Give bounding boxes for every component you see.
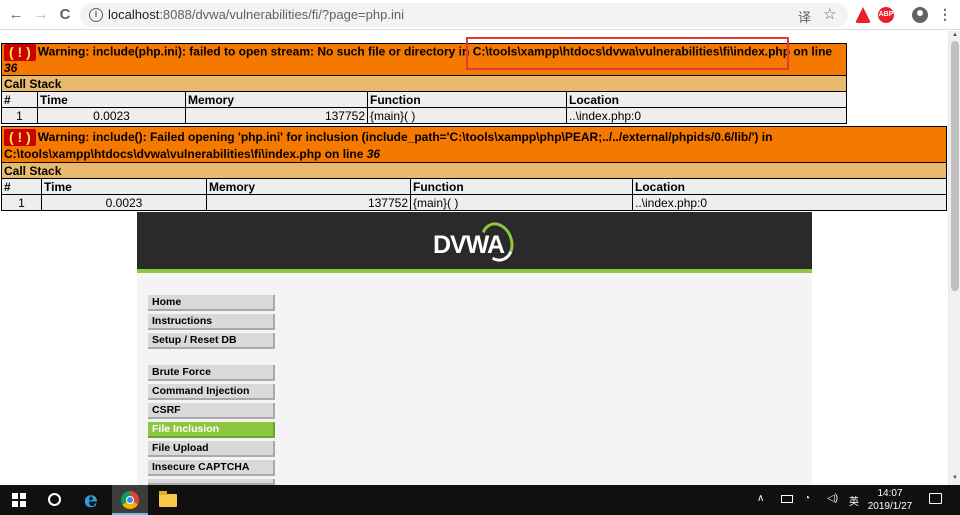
warning-line-number: 36 bbox=[4, 61, 18, 75]
warning-bang-icon: ( ! ) bbox=[4, 44, 36, 61]
clock-time: 14:07 bbox=[877, 488, 903, 499]
cell-memory: 137752 bbox=[206, 194, 411, 212]
folder-icon bbox=[159, 491, 177, 507]
chrome-icon bbox=[121, 491, 139, 509]
taskbar-chrome[interactable] bbox=[112, 485, 148, 515]
cell-memory: 137752 bbox=[185, 107, 368, 124]
warning-text: Warning: include(php.ini): failed to ope… bbox=[37, 44, 473, 59]
cell-function: {main}( ) bbox=[367, 107, 567, 124]
scroll-up-arrow-icon[interactable]: ▲ bbox=[952, 32, 958, 38]
cell-function: {main}( ) bbox=[410, 194, 633, 212]
menu-item-file-inclusion[interactable]: File Inclusion bbox=[148, 422, 275, 438]
cortana-search-icon[interactable] bbox=[48, 493, 61, 506]
php-warning-table-2: ( ! ) Warning: include(): Failed opening … bbox=[1, 125, 947, 212]
col-header-memory: Memory bbox=[206, 178, 411, 196]
adobe-extension-icon[interactable] bbox=[855, 7, 871, 23]
menu-item-insecure-captcha[interactable]: Insecure CAPTCHA bbox=[148, 460, 275, 476]
ime-indicator[interactable]: 英 bbox=[849, 493, 859, 508]
scrollbar-thumb[interactable] bbox=[951, 41, 959, 291]
table-row: 1 0.0023 137752 {main}( ) ..\index.php:0 bbox=[1, 194, 947, 212]
tray-chevron-icon[interactable]: ∧ bbox=[757, 493, 764, 504]
windows-taskbar: e ∧ ◔ ◁) 英 14:07 2019/1/27 bbox=[0, 485, 960, 515]
site-info-icon[interactable]: i bbox=[89, 8, 103, 22]
menu-item-instructions[interactable]: Instructions bbox=[148, 314, 275, 330]
notification-center-icon[interactable] bbox=[929, 493, 942, 504]
windows-start-icon[interactable] bbox=[12, 493, 26, 507]
col-header-location: Location bbox=[566, 91, 847, 108]
col-header-index: # bbox=[1, 178, 42, 196]
bookmark-star-icon[interactable]: ☆ bbox=[823, 5, 836, 23]
adblock-plus-icon[interactable]: ABP bbox=[878, 7, 894, 23]
taskbar-file-explorer[interactable] bbox=[150, 485, 186, 515]
php-warning-table-1: ( ! ) Warning: include(php.ini): failed t… bbox=[1, 43, 847, 124]
menu-item-setup-reset-db[interactable]: Setup / Reset DB bbox=[148, 333, 275, 349]
profile-avatar-icon[interactable] bbox=[912, 7, 928, 23]
dvwa-sidebar-menu: Home Instructions Setup / Reset DB Brute… bbox=[148, 295, 276, 485]
volume-icon[interactable]: ◁) bbox=[827, 493, 838, 504]
call-stack-label: Call Stack bbox=[1, 75, 847, 92]
cell-index: 1 bbox=[1, 107, 38, 124]
dvwa-logo[interactable]: DVWA bbox=[433, 217, 519, 267]
warning-line-number: 36 bbox=[366, 147, 381, 162]
browser-menu-icon[interactable]: ⋮ bbox=[938, 6, 952, 23]
table-row: 1 0.0023 137752 {main}( ) ..\index.php:0 bbox=[1, 107, 847, 124]
dvwa-header: DVWA bbox=[137, 212, 812, 273]
dvwa-container: DVWA Home Instructions Setup / Reset DB … bbox=[137, 212, 812, 485]
taskbar-clock[interactable]: 14:07 2019/1/27 bbox=[864, 487, 916, 513]
cell-location: ..\index.php:0 bbox=[566, 107, 847, 124]
col-header-time: Time bbox=[37, 91, 186, 108]
warning-text: Warning: include(): Failed opening 'php.… bbox=[37, 130, 773, 144]
warning-file-path: C:\tools\xampp\htdocs\dvwa\vulnerabiliti… bbox=[472, 44, 791, 59]
url-host: localhost bbox=[108, 7, 160, 22]
reload-button[interactable]: C bbox=[55, 5, 75, 25]
cell-time: 0.0023 bbox=[37, 107, 186, 124]
url-text[interactable]: localhost:8088/dvwa/vulnerabilities/fi/?… bbox=[108, 7, 404, 22]
forward-button[interactable]: → bbox=[31, 5, 51, 25]
dvwa-logo-text: DVWA bbox=[433, 231, 505, 259]
menu-item-home[interactable]: Home bbox=[148, 295, 275, 311]
page-viewport: ( ! ) Warning: include(php.ini): failed t… bbox=[0, 31, 948, 485]
col-header-function: Function bbox=[410, 178, 633, 196]
menu-item-command-injection[interactable]: Command Injection bbox=[148, 384, 275, 400]
taskbar-ie[interactable]: e bbox=[76, 485, 112, 515]
address-bar[interactable]: i localhost:8088/dvwa/vulnerabilities/fi… bbox=[80, 3, 848, 27]
call-stack-label: Call Stack bbox=[1, 162, 947, 180]
cell-index: 1 bbox=[1, 194, 42, 212]
col-header-memory: Memory bbox=[185, 91, 368, 108]
col-header-location: Location bbox=[632, 178, 947, 196]
cell-location: ..\index.php:0 bbox=[632, 194, 947, 212]
page-scrollbar[interactable]: ▲ ▼ bbox=[948, 31, 960, 485]
back-button[interactable]: ← bbox=[6, 5, 26, 25]
browser-toolbar: ← → C i localhost:8088/dvwa/vulnerabilit… bbox=[0, 0, 960, 30]
warning-message-1: ( ! ) Warning: include(php.ini): failed t… bbox=[1, 43, 847, 76]
clock-date: 2019/1/27 bbox=[867, 501, 913, 512]
warning-message-2: ( ! ) Warning: include(): Failed opening … bbox=[1, 125, 947, 164]
internet-explorer-icon: e bbox=[84, 487, 98, 513]
url-path: :8088/dvwa/vulnerabilities/fi/?page=php.… bbox=[159, 7, 404, 22]
cell-time: 0.0023 bbox=[41, 194, 207, 212]
col-header-index: # bbox=[1, 91, 38, 108]
menu-item-brute-force[interactable]: Brute Force bbox=[148, 365, 275, 381]
wifi-icon[interactable]: ◔ bbox=[804, 493, 810, 504]
col-header-time: Time bbox=[41, 178, 207, 196]
col-header-function: Function bbox=[367, 91, 567, 108]
scroll-down-arrow-icon[interactable]: ▼ bbox=[952, 475, 958, 481]
warning-file-path: C:\tools\xampp\htdocs\dvwa\vulnerabiliti… bbox=[4, 147, 367, 162]
menu-item-csrf[interactable]: CSRF bbox=[148, 403, 275, 419]
translate-icon[interactable]: 译 bbox=[798, 7, 811, 26]
battery-icon[interactable] bbox=[781, 495, 793, 503]
warning-line-label: on line bbox=[790, 44, 833, 59]
warning-bang-icon: ( ! ) bbox=[4, 129, 36, 147]
menu-item-file-upload[interactable]: File Upload bbox=[148, 441, 275, 457]
menu-spacer bbox=[148, 352, 276, 365]
